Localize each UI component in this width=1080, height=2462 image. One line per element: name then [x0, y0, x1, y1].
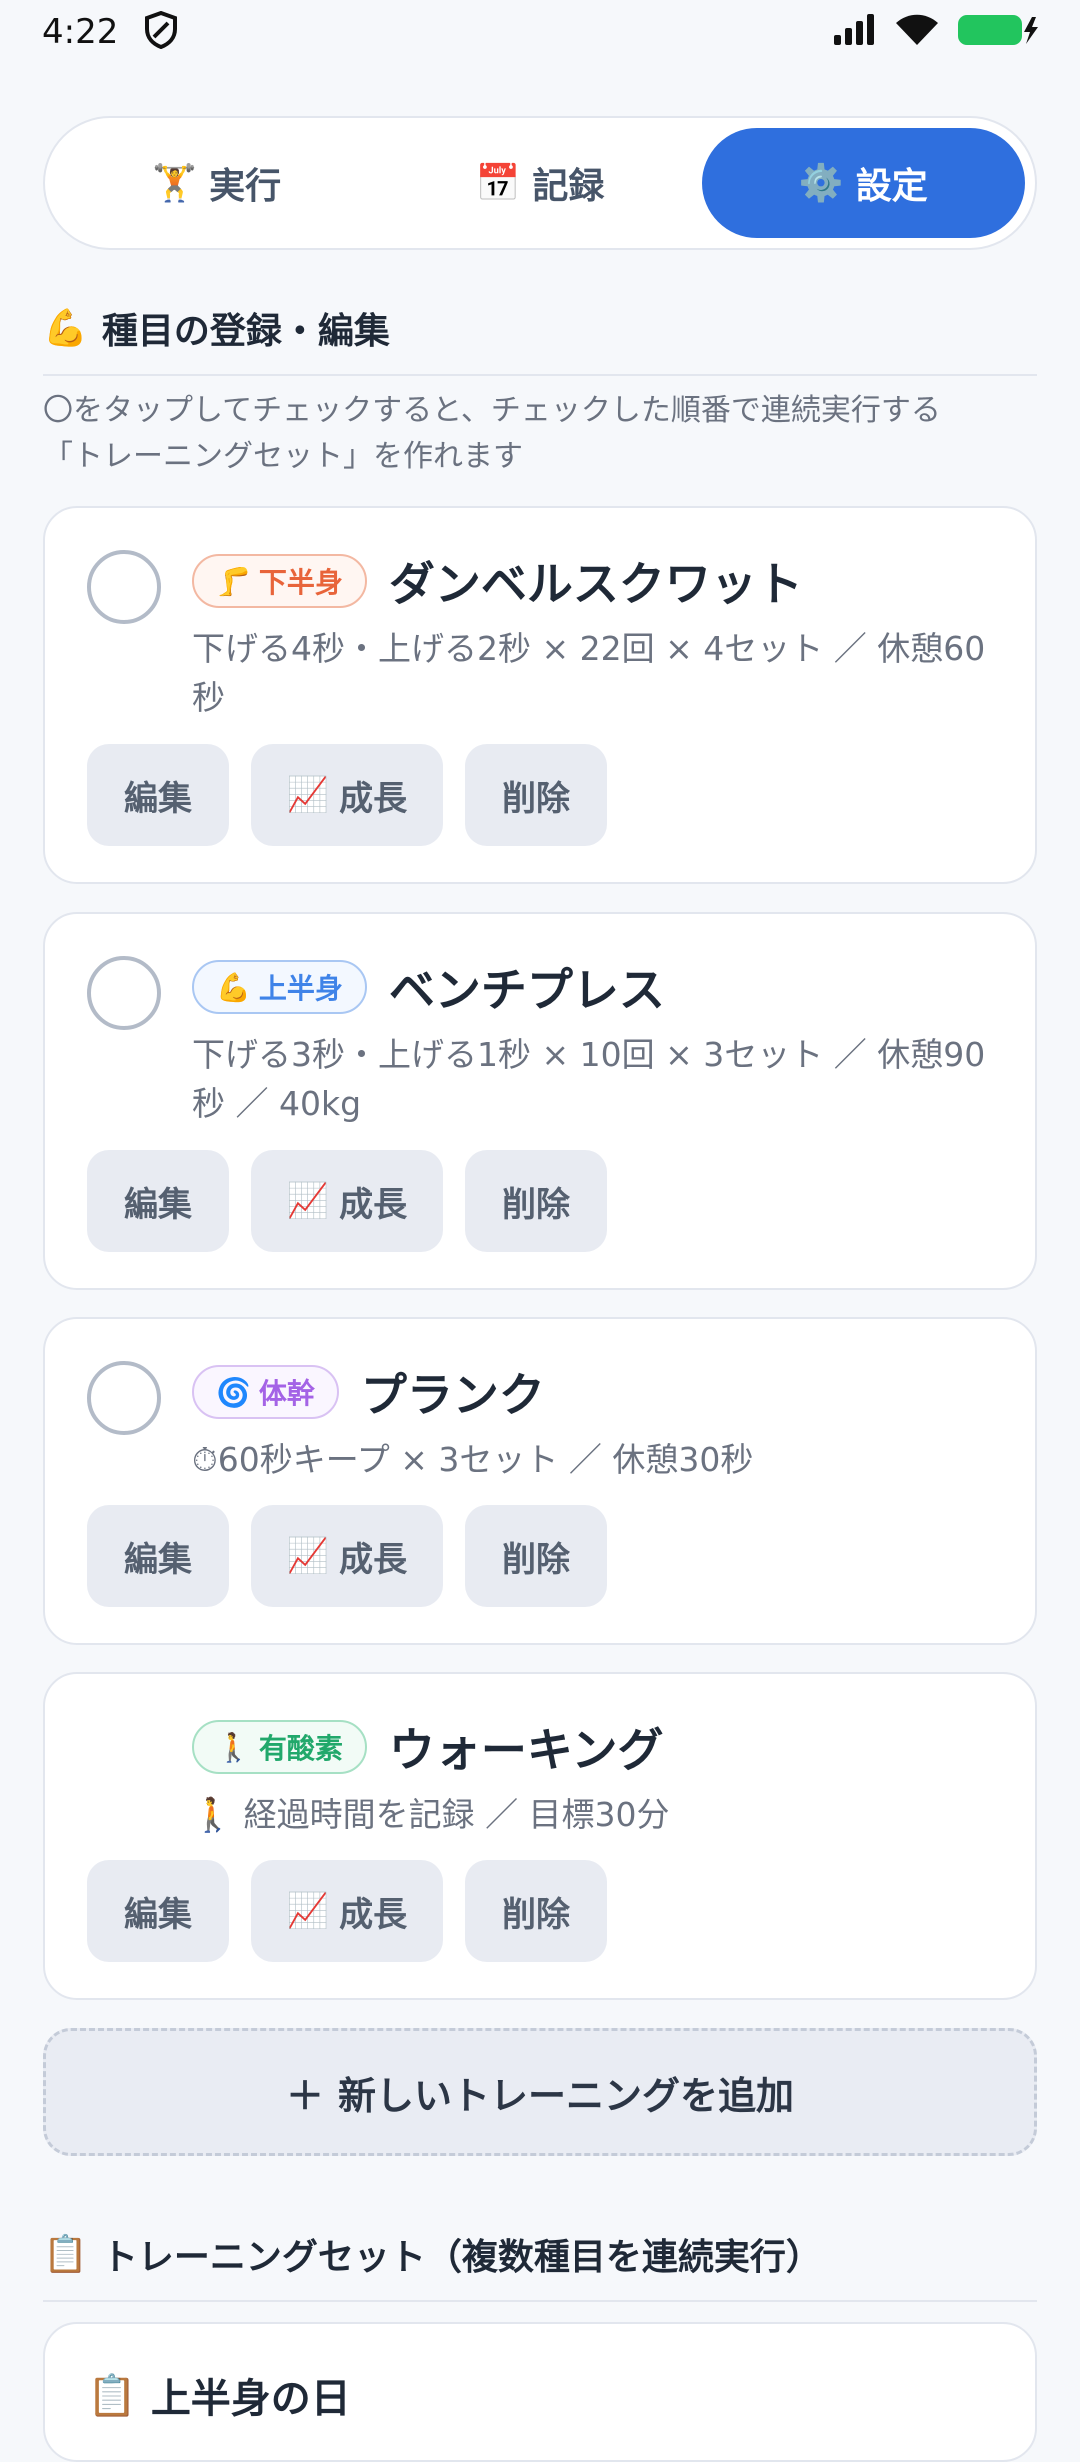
exercise-card-plank: 🌀 体幹 プランク ⏱60秒キープ × 3セット ／ 休憩30秒 編集 📈 成長… — [43, 1317, 1037, 1645]
delete-button[interactable]: 削除 — [465, 1860, 607, 1962]
hint-text: 〇をタップしてチェックすると、チェックした順番で連続実行する 「トレーニングセッ… — [43, 388, 1043, 480]
delete-label: 削除 — [502, 1539, 570, 1580]
edit-label: 編集 — [124, 778, 192, 819]
select-checkbox[interactable] — [87, 550, 161, 624]
edit-label: 編集 — [124, 1894, 192, 1935]
flexed-biceps-icon: 💪 — [216, 970, 251, 1004]
hint-line: 〇をタップしてチェックすると、チェックした順番で連続実行する — [43, 393, 941, 428]
cyclone-icon: 🌀 — [216, 1375, 251, 1409]
growth-label: 成長 — [339, 1184, 408, 1225]
category-tag: 💪 上半身 — [192, 960, 367, 1014]
delete-label: 削除 — [502, 1894, 570, 1935]
category-label: 下半身 — [258, 566, 343, 599]
exercise-card-squat: 🦵 下半身 ダンベルスクワット 下げる4秒・上げる2秒 × 22回 × 4セット… — [43, 506, 1037, 884]
edit-button[interactable]: 編集 — [87, 1860, 229, 1962]
tab-label: 記録 — [532, 166, 605, 207]
wifi-icon — [894, 13, 940, 51]
delete-button[interactable]: 削除 — [465, 1150, 607, 1252]
leg-icon: 🦵 — [216, 564, 251, 598]
edit-label: 編集 — [124, 1539, 192, 1580]
category-label: 体幹 — [258, 1377, 315, 1410]
set-name: 上半身の日 — [150, 2376, 351, 2422]
growth-button[interactable]: 📈 成長 — [251, 744, 443, 846]
chart-increasing-icon: 📈 — [286, 1181, 330, 1221]
hint-line: 「トレーニングセット」を作れます — [43, 439, 523, 474]
status-bar: 4:22 — [0, 0, 1080, 64]
gear-icon: ⚙️ — [798, 163, 844, 204]
chart-increasing-icon: 📈 — [286, 775, 330, 815]
clipboard-icon: 📋 — [87, 2372, 137, 2419]
growth-button[interactable]: 📈 成長 — [251, 1860, 443, 1962]
signal-icon — [832, 13, 878, 51]
edit-button[interactable]: 編集 — [87, 1505, 229, 1607]
exercise-name: ウォーキング — [388, 1723, 664, 1777]
sets-section-title: 📋 トレーニングセット（複数種目を連続実行） — [43, 2228, 1037, 2302]
flexed-biceps-icon: 💪 — [43, 308, 88, 349]
exercise-detail: ⏱60秒キープ × 3セット ／ 休憩30秒 — [192, 1440, 754, 1479]
exercise-name: ベンチプレス — [388, 963, 665, 1017]
plus-icon: ＋ — [285, 2073, 324, 2118]
chart-increasing-icon: 📈 — [286, 1536, 330, 1576]
add-training-button[interactable]: ＋ 新しいトレーニングを追加 — [43, 2028, 1037, 2156]
exercise-name: ダンベルスクワット — [388, 557, 803, 611]
exercise-name: プランク — [360, 1368, 545, 1422]
tab-bar: 🏋 実行 📅 記録 ⚙️ 設定 — [43, 116, 1037, 250]
delete-label: 削除 — [502, 778, 570, 819]
category-label: 上半身 — [258, 972, 343, 1005]
tab-execute[interactable]: 🏋 実行 — [55, 128, 378, 238]
status-time: 4:22 — [42, 12, 119, 52]
exercise-detail: 🚶 経過時間を記録 ／ 目標30分 — [192, 1795, 670, 1834]
growth-label: 成長 — [339, 1539, 408, 1580]
tab-label: 実行 — [209, 166, 282, 207]
category-label: 有酸素 — [258, 1732, 343, 1765]
section-title-text: 種目の登録・編集 — [101, 311, 390, 352]
edit-button[interactable]: 編集 — [87, 744, 229, 846]
category-tag: 🌀 体幹 — [192, 1365, 339, 1419]
tab-settings[interactable]: ⚙️ 設定 — [701, 128, 1025, 238]
clipboard-icon: 📋 — [43, 2234, 88, 2275]
walking-person-icon: 🚶 — [216, 1730, 251, 1764]
chart-increasing-icon: 📈 — [286, 1891, 330, 1931]
delete-label: 削除 — [502, 1184, 570, 1225]
battery-charging-icon — [956, 13, 1040, 51]
category-tag: 🦵 下半身 — [192, 554, 367, 608]
exercise-card-bench: 💪 上半身 ベンチプレス 下げる3秒・上げる1秒 × 10回 × 3セット ／ … — [43, 912, 1037, 1290]
edit-label: 編集 — [124, 1184, 192, 1225]
training-set-card[interactable]: 📋 上半身の日 — [43, 2322, 1037, 2462]
growth-button[interactable]: 📈 成長 — [251, 1150, 443, 1252]
select-checkbox[interactable] — [87, 1361, 161, 1435]
growth-label: 成長 — [339, 778, 408, 819]
category-tag: 🚶 有酸素 — [192, 1720, 367, 1774]
edit-button[interactable]: 編集 — [87, 1150, 229, 1252]
shield-icon — [144, 10, 178, 53]
exercise-detail: 下げる4秒・上げる2秒 × 22回 × 4セット ／ 休憩60秒 — [192, 629, 986, 717]
exercise-detail: 下げる3秒・上げる1秒 × 10回 × 3セット ／ 休憩90秒 ／ 40kg — [192, 1035, 986, 1123]
delete-button[interactable]: 削除 — [465, 744, 607, 846]
calendar-icon: 📅 — [475, 163, 521, 204]
exercises-section-title: 💪 種目の登録・編集 — [43, 302, 1037, 376]
tab-label: 設定 — [855, 166, 928, 207]
add-training-label: 新しいトレーニングを追加 — [338, 2073, 795, 2118]
select-checkbox[interactable] — [87, 956, 161, 1030]
growth-button[interactable]: 📈 成長 — [251, 1505, 443, 1607]
delete-button[interactable]: 削除 — [465, 1505, 607, 1607]
section-title-text: トレーニングセット（複数種目を連続実行） — [101, 2237, 822, 2278]
growth-label: 成長 — [339, 1894, 408, 1935]
tab-records[interactable]: 📅 記録 — [378, 128, 701, 238]
exercise-card-walking: 🚶 有酸素 ウォーキング 🚶 経過時間を記録 ／ 目標30分 編集 📈 成長 削… — [43, 1672, 1037, 2000]
weightlifter-icon: 🏋 — [152, 163, 198, 204]
